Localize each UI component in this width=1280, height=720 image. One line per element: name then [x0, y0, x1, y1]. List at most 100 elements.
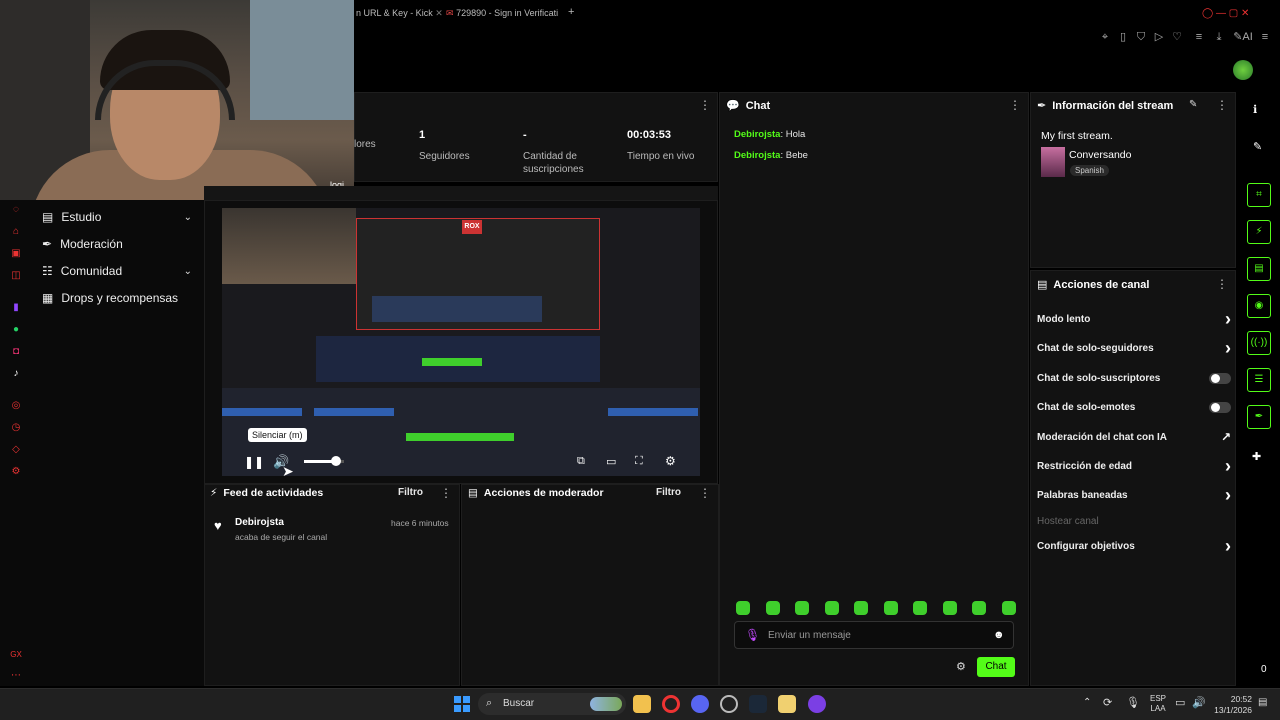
channel-action-row[interactable]: Modo lento ›: [1037, 309, 1231, 329]
kick-icon[interactable]: ◌: [8, 204, 24, 215]
edit-icon[interactable]: ✎: [1189, 99, 1197, 110]
new-tab-button[interactable]: +: [568, 6, 574, 20]
channel-action-row[interactable]: Chat de solo-suscriptores: [1037, 370, 1231, 386]
pin-icon[interactable]: ⌖: [1098, 30, 1112, 44]
chat-username[interactable]: Debirojsta: [734, 150, 780, 161]
microphone-icon[interactable]: 🎙: [1126, 696, 1140, 709]
toggle-switch[interactable]: [1209, 372, 1231, 384]
volume-icon[interactable]: 🔊: [1192, 696, 1206, 709]
chat-username[interactable]: Debirojsta: [734, 129, 780, 140]
play-icon[interactable]: ▷: [1152, 30, 1166, 44]
pencil-icon[interactable]: ✎: [1253, 140, 1262, 153]
emoji-icon[interactable]: ☻: [993, 629, 1005, 641]
steam-icon[interactable]: [749, 695, 767, 713]
hamburger-icon[interactable]: ≡: [1258, 30, 1272, 44]
nav-item-comunidad[interactable]: ☷ Comunidad ⌄: [42, 262, 192, 280]
more-options-icon[interactable]: ⋮: [1216, 98, 1228, 112]
emote-icon[interactable]: [883, 601, 898, 615]
add-widget-icon[interactable]: ✚: [1252, 450, 1261, 463]
app-icon[interactable]: ▣: [8, 248, 24, 259]
event-user[interactable]: Debirojsta: [235, 517, 284, 528]
network-icon[interactable]: ▭: [1175, 696, 1185, 709]
chevron-up-icon[interactable]: ⌃: [1083, 697, 1091, 708]
opera-icon[interactable]: [662, 695, 680, 713]
clock[interactable]: 20:52 13/1/2026: [1208, 694, 1252, 716]
channel-action-row[interactable]: Configurar objetivos ›: [1037, 536, 1231, 556]
settings-icon[interactable]: ⚙: [8, 466, 24, 477]
file-explorer-icon[interactable]: [633, 695, 651, 713]
more-icon[interactable]: ⋯: [8, 670, 24, 681]
document-icon[interactable]: ▤: [1247, 257, 1271, 281]
fullscreen-icon[interactable]: ⛶: [635, 455, 643, 468]
settings-icon[interactable]: ⚙: [956, 660, 966, 673]
emote-icon[interactable]: [972, 601, 987, 615]
more-options-icon[interactable]: ⋮: [699, 486, 711, 500]
app-icon[interactable]: GX: [8, 650, 24, 659]
obs-icon[interactable]: [720, 695, 738, 713]
twitch-icon[interactable]: ▮: [8, 302, 24, 313]
notes-icon[interactable]: [778, 695, 796, 713]
nav-item-drops[interactable]: ▦ Drops y recompensas: [42, 289, 192, 307]
emote-icon[interactable]: [795, 601, 810, 615]
sync-icon[interactable]: ⟳: [1103, 696, 1112, 709]
wrench-icon[interactable]: ✒: [1247, 405, 1271, 429]
browser-tab[interactable]: n URL & Key - Kick ✕: [356, 8, 443, 22]
channel-action-row[interactable]: Moderación del chat con IA ↗: [1037, 429, 1231, 445]
info-icon[interactable]: ℹ: [1253, 103, 1257, 116]
microphone-icon[interactable]: 🎙: [745, 628, 760, 642]
more-options-icon[interactable]: ⋮: [440, 486, 452, 500]
toggle-switch[interactable]: [1209, 401, 1231, 413]
notification-icon[interactable]: ▤: [1258, 697, 1267, 708]
nav-item-moderacion[interactable]: ✒ Moderación: [42, 235, 192, 253]
category-thumbnail[interactable]: [1041, 147, 1065, 177]
window-controls[interactable]: ◯ — ▢ ✕: [1202, 8, 1249, 19]
filter-button[interactable]: Filtro: [656, 487, 681, 498]
pause-button[interactable]: ❚❚: [244, 455, 264, 469]
more-options-icon[interactable]: ⋮: [699, 98, 711, 112]
emote-icon[interactable]: [765, 601, 780, 615]
discord-icon[interactable]: [691, 695, 709, 713]
volume-handle[interactable]: [331, 456, 341, 466]
app-icon[interactable]: ◫: [8, 270, 24, 281]
more-options-icon[interactable]: ⋮: [1216, 277, 1228, 291]
language-indicator[interactable]: ESP LAA: [1150, 694, 1166, 714]
channel-action-row[interactable]: Chat de solo-seguidores ›: [1037, 338, 1231, 358]
app-icon[interactable]: [808, 695, 826, 713]
emote-icon[interactable]: [913, 601, 928, 615]
emote-icon[interactable]: [824, 601, 839, 615]
broadcast-icon[interactable]: ((·)): [1247, 331, 1271, 355]
more-options-icon[interactable]: ⋮: [1009, 98, 1021, 112]
heart-icon[interactable]: ♡: [1170, 30, 1184, 44]
theater-icon[interactable]: ▭: [606, 455, 616, 468]
category-name[interactable]: Conversando: [1069, 149, 1131, 161]
channel-action-row[interactable]: Chat de solo-emotes: [1037, 399, 1231, 415]
shield-icon[interactable]: ⛉: [1134, 30, 1148, 44]
ai-icon[interactable]: ✎AI: [1232, 30, 1254, 44]
emote-icon[interactable]: [1001, 601, 1016, 615]
windows-start-icon[interactable]: [454, 696, 470, 712]
list-icon[interactable]: ☰: [1247, 368, 1271, 392]
clock-icon[interactable]: ◷: [8, 422, 24, 433]
download-icon[interactable]: ⤓: [1212, 30, 1226, 44]
channel-action-row[interactable]: Palabras baneadas ›: [1037, 485, 1231, 505]
browser-tab[interactable]: ✉ 729890 - Sign in Verificati: [446, 8, 558, 22]
emote-icon[interactable]: [854, 601, 869, 615]
nav-item-estudio[interactable]: ▤ Estudio ⌄: [42, 208, 192, 226]
bookmark-icon[interactable]: ▯: [1116, 30, 1130, 44]
tiktok-icon[interactable]: ♪: [8, 368, 24, 379]
pip-icon[interactable]: ⧉: [577, 455, 585, 468]
instagram-icon[interactable]: ◘: [8, 346, 24, 357]
user-avatar[interactable]: [1233, 60, 1253, 80]
filter-button[interactable]: Filtro: [398, 487, 423, 498]
emote-icon[interactable]: [942, 601, 957, 615]
emote-icon[interactable]: [736, 601, 750, 615]
app-icon[interactable]: ⌂: [8, 226, 24, 237]
whatsapp-icon[interactable]: ●: [8, 324, 24, 335]
app-icon[interactable]: ◇: [8, 444, 24, 455]
chat-bubble-icon[interactable]: ◉: [1247, 294, 1271, 318]
menu-icon[interactable]: ≡: [1192, 30, 1206, 44]
lightning-icon[interactable]: ⚡: [1247, 220, 1271, 244]
settings-icon[interactable]: ⚙: [665, 454, 676, 468]
send-chat-button[interactable]: Chat: [977, 657, 1015, 677]
scan-icon[interactable]: ⌗: [1247, 183, 1271, 207]
